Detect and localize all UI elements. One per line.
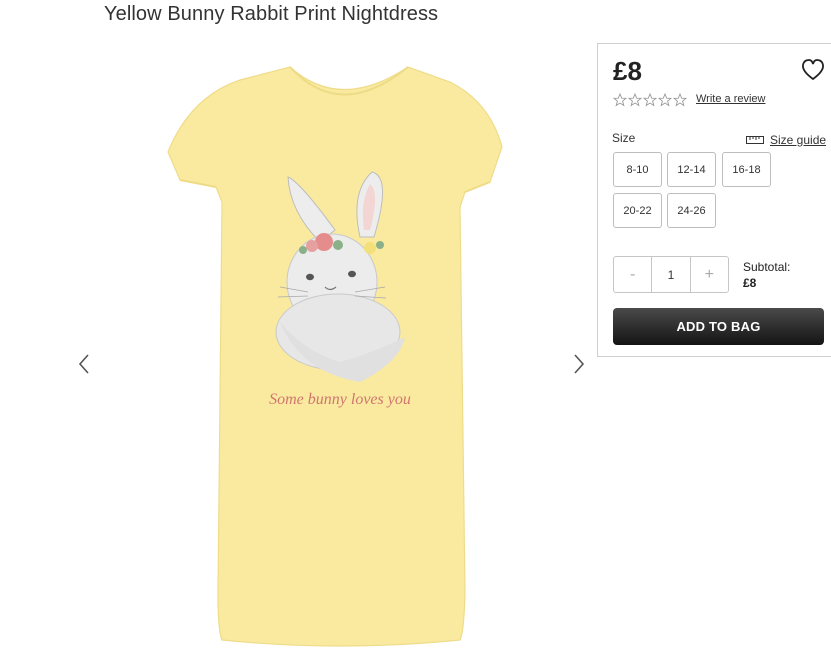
product-title: Yellow Bunny Rabbit Print Nightdress xyxy=(104,3,439,25)
ruler-icon xyxy=(746,136,764,144)
size-option-8-10[interactable]: 8-10 xyxy=(613,152,662,187)
star-outline-icon xyxy=(628,93,642,107)
add-to-bag-button[interactable]: ADD TO BAG xyxy=(613,308,824,345)
quantity-decrease-button[interactable]: - xyxy=(614,257,651,292)
star-outline-icon xyxy=(673,93,687,107)
subtotal-label: Subtotal: xyxy=(743,260,791,274)
chevron-right-icon[interactable] xyxy=(567,349,589,379)
star-outline-icon xyxy=(613,93,627,107)
quantity-stepper: - 1 + xyxy=(613,256,729,293)
size-option-12-14[interactable]: 12-14 xyxy=(667,152,716,187)
price: £8 xyxy=(613,56,642,86)
size-option-20-22[interactable]: 20-22 xyxy=(613,193,662,228)
subtotal: Subtotal: £8 xyxy=(743,259,790,291)
product-image: Some bunny loves you xyxy=(167,66,503,647)
subtotal-value: £8 xyxy=(743,276,757,290)
size-option-24-26[interactable]: 24-26 xyxy=(667,193,716,228)
chevron-left-icon[interactable] xyxy=(74,349,96,379)
print-text: Some bunny loves you xyxy=(269,391,411,408)
size-option-16-18[interactable]: 16-18 xyxy=(722,152,771,187)
heart-icon[interactable] xyxy=(800,58,826,82)
star-outline-icon xyxy=(658,93,672,107)
star-outline-icon xyxy=(643,93,657,107)
quantity-increase-button[interactable]: + xyxy=(691,257,728,292)
quantity-input[interactable]: 1 xyxy=(651,257,691,292)
size-label: Size xyxy=(612,131,636,145)
purchase-panel: £8 Write a review Size Size guide 8-10 1… xyxy=(597,43,831,357)
product-gallery: Some bunny loves you xyxy=(0,40,600,653)
rating-stars[interactable] xyxy=(613,93,687,107)
write-review-link[interactable]: Write a review xyxy=(696,93,765,105)
size-guide-link[interactable]: Size guide xyxy=(746,133,826,147)
size-guide-label: Size guide xyxy=(770,133,827,147)
